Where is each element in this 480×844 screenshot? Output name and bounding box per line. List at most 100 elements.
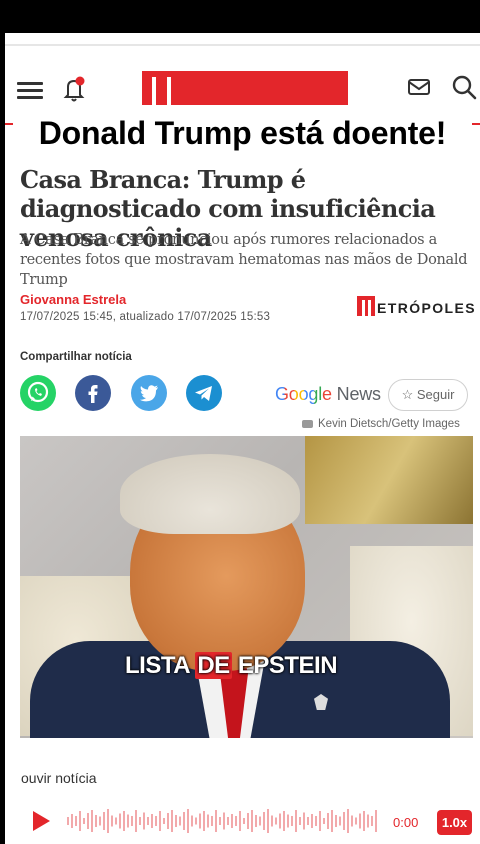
waveform-bar	[251, 810, 253, 832]
search-icon[interactable]	[450, 73, 478, 101]
telegram-share-button[interactable]	[186, 375, 222, 411]
waveform-bar	[247, 813, 249, 829]
waveform-bar	[167, 813, 169, 829]
caption-part-a: LISTA	[125, 652, 196, 679]
playback-speed-button[interactable]: 1.0x	[437, 810, 472, 835]
waveform-bar	[347, 809, 349, 833]
twitter-icon	[140, 385, 158, 402]
waveform-bar	[275, 817, 277, 825]
mail-icon[interactable]	[406, 75, 432, 99]
waveform-bar	[223, 812, 225, 830]
google-word: Google	[275, 384, 332, 404]
photo-credit: Kevin Dietsch/Getty Images	[302, 418, 460, 430]
waveform-bar	[163, 818, 165, 824]
photo-hair	[120, 454, 300, 534]
waveform-bar	[91, 810, 93, 832]
waveform-bar	[203, 811, 205, 831]
follow-button[interactable]: ☆ Seguir	[388, 379, 468, 411]
waveform-bar	[215, 810, 217, 832]
waveform-bar	[179, 816, 181, 826]
facebook-share-button[interactable]	[75, 375, 111, 411]
waveform-bar	[143, 812, 145, 830]
menu-icon[interactable]	[17, 79, 43, 101]
waveform-bar	[175, 815, 177, 827]
site-logo[interactable]	[142, 71, 348, 105]
news-word: News	[331, 384, 381, 404]
article-description: A Casa Branca se pronunciou após rumores…	[20, 232, 468, 288]
video-caption: LISTA DE EPSTEIN	[125, 652, 338, 680]
waveform-bar	[87, 813, 89, 829]
telegram-icon	[195, 386, 212, 401]
waveform-bar	[95, 815, 97, 827]
whatsapp-icon	[27, 381, 49, 403]
audio-waveform[interactable]	[67, 806, 379, 836]
waveform-bar	[267, 809, 269, 833]
bell-icon[interactable]	[61, 75, 87, 103]
waveform-bar	[335, 815, 337, 827]
waveform-bar	[363, 811, 365, 831]
waveform-bar	[75, 816, 77, 826]
waveform-bar	[219, 817, 221, 825]
waveform-bar	[119, 813, 121, 829]
waveform-bar	[159, 811, 161, 831]
waveform-bar	[255, 815, 257, 827]
app-screen: Donald Trump está doente! Casa Branca: T…	[5, 33, 480, 844]
waveform-bar	[303, 812, 305, 830]
waveform-bar	[307, 817, 309, 825]
waveform-bar	[239, 811, 241, 831]
audio-time: 0:00	[393, 815, 419, 830]
waveform-bar	[107, 809, 109, 833]
waveform-bar	[207, 814, 209, 828]
waveform-bar	[327, 813, 329, 829]
waveform-bar	[319, 811, 321, 831]
waveform-bar	[311, 814, 313, 828]
waveform-bar	[99, 816, 101, 826]
waveform-bar	[227, 817, 229, 825]
waveform-bar	[131, 816, 133, 826]
twitter-share-button[interactable]	[131, 375, 167, 411]
waveform-bar	[103, 812, 105, 830]
camera-icon	[302, 419, 313, 428]
waveform-bar	[211, 816, 213, 826]
site-header	[5, 69, 480, 121]
caption-part-c: EPSTEIN	[231, 652, 338, 679]
waveform-bar	[351, 815, 353, 827]
waveform-bar	[123, 811, 125, 831]
play-icon[interactable]	[33, 811, 50, 831]
photo-credit-text: Kevin Dietsch/Getty Images	[318, 418, 460, 430]
facebook-icon	[88, 385, 98, 403]
author-name[interactable]: Giovanna Estrela	[20, 292, 126, 307]
waveform-bar	[171, 810, 173, 832]
article-photo[interactable]: LISTA DE EPSTEIN	[20, 436, 473, 738]
whatsapp-share-button[interactable]	[20, 375, 56, 411]
waveform-bar	[151, 814, 153, 828]
share-label: Compartilhar notícia	[20, 351, 132, 363]
waveform-bar	[139, 817, 141, 825]
waveform-bar	[235, 816, 237, 826]
photo-frame-bg	[305, 436, 473, 524]
waveform-bar	[295, 810, 297, 832]
publish-dates: 17/07/2025 15:45, atualizado 17/07/2025 …	[20, 311, 271, 323]
waveform-bar	[287, 814, 289, 828]
waveform-bar	[231, 814, 233, 828]
waveform-bar	[291, 816, 293, 826]
waveform-bar	[339, 816, 341, 826]
waveform-bar	[83, 818, 85, 824]
waveform-bar	[259, 816, 261, 826]
waveform-bar	[355, 817, 357, 825]
waveform-bar	[299, 817, 301, 825]
waveform-bar	[191, 815, 193, 827]
waveform-bar	[147, 817, 149, 825]
video-overlay-title: Donald Trump está doente!	[38, 115, 447, 151]
waveform-bar	[367, 814, 369, 828]
waveform-bar	[243, 818, 245, 824]
top-divider	[5, 44, 480, 46]
metropoles-logo: ETRÓPOLES	[357, 296, 475, 318]
waveform-bar	[195, 817, 197, 825]
waveform-bar	[279, 813, 281, 829]
waveform-bar	[155, 816, 157, 826]
waveform-bar	[343, 812, 345, 830]
waveform-bar	[187, 809, 189, 833]
waveform-bar	[67, 817, 69, 825]
google-news-logo[interactable]: Google News	[275, 384, 381, 405]
